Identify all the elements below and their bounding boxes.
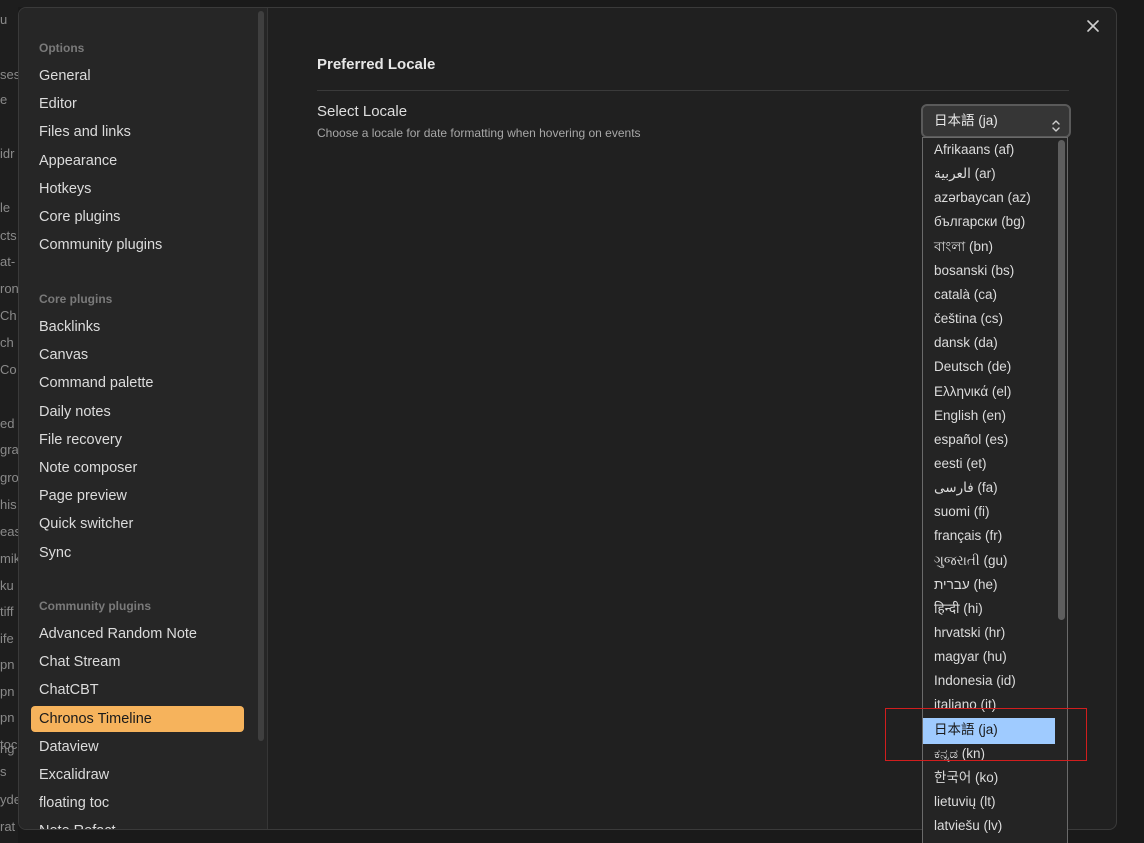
- sidebar-item-note-composer[interactable]: Note composer: [31, 455, 244, 481]
- setting-name: Select Locale: [317, 103, 408, 120]
- locale-select-value: 日本語 (ja): [934, 113, 998, 128]
- locale-option[interactable]: čeština (cs): [923, 307, 1055, 333]
- locale-option[interactable]: français (fr): [923, 524, 1055, 550]
- background-file-fragment: e: [0, 92, 8, 107]
- background-file-fragment: gra: [0, 442, 18, 457]
- sidebar-item-chat-stream[interactable]: Chat Stream: [31, 649, 244, 675]
- sidebar-item-floating-toc[interactable]: floating toc: [31, 790, 244, 816]
- background-file-fragment: his: [0, 497, 17, 512]
- background-file-fragment: s: [0, 764, 7, 779]
- sidebar-item-quick-switcher[interactable]: Quick switcher: [31, 511, 244, 537]
- locale-option[interactable]: italiano (it): [923, 693, 1055, 719]
- chevron-updown-icon: [1051, 114, 1061, 132]
- locale-select[interactable]: 日本語 (ja): [921, 104, 1071, 138]
- settings-sidebar: Options General Editor Files and links Appea…: [19, 8, 268, 829]
- sidebar-group-title: Community plugins: [39, 599, 151, 613]
- locale-option[interactable]: dansk (da): [923, 331, 1055, 357]
- sidebar-item-daily-notes[interactable]: Daily notes: [31, 399, 244, 425]
- locale-option[interactable]: עברית (he): [923, 573, 1055, 599]
- background-file-fragment: pn: [0, 684, 15, 699]
- sidebar-item-file-recovery[interactable]: File recovery: [31, 427, 244, 453]
- background-app-toolbar: [0, 0, 200, 7]
- locale-dropdown-list: Afrikaans (af) العربية (ar) azərbaycan (az…: [922, 137, 1068, 843]
- locale-option[interactable]: català (ca): [923, 283, 1055, 309]
- sidebar-item-hotkeys[interactable]: Hotkeys: [31, 176, 244, 202]
- sidebar-item-canvas[interactable]: Canvas: [31, 342, 244, 368]
- locale-option[interactable]: ગુજરાતી (gu): [923, 549, 1055, 575]
- background-file-fragment: pn: [0, 710, 15, 725]
- background-file-fragment: ed: [0, 416, 15, 431]
- sidebar-item-core-plugins[interactable]: Core plugins: [31, 204, 244, 230]
- sidebar-item-chatcbt[interactable]: ChatCBT: [31, 677, 244, 703]
- section-divider: [317, 90, 1069, 91]
- locale-option[interactable]: Ελληνικά (el): [923, 380, 1055, 406]
- sidebar-group-title: Core plugins: [39, 292, 113, 306]
- sidebar-item-backlinks[interactable]: Backlinks: [31, 314, 244, 340]
- sidebar-item-excalidraw[interactable]: Excalidraw: [31, 762, 244, 788]
- sidebar-item-editor[interactable]: Editor: [31, 91, 244, 117]
- locale-option[interactable]: hrvatski (hr): [923, 621, 1055, 647]
- sidebar-item-chronos-timeline[interactable]: Chronos Timeline: [31, 705, 244, 732]
- background-file-fragment: at-: [0, 254, 16, 269]
- background-file-fragment: u: [0, 12, 8, 27]
- dropdown-scrollbar-thumb[interactable]: [1058, 140, 1065, 620]
- sidebar-item-advanced-random-note[interactable]: Advanced Random Note: [31, 621, 244, 647]
- locale-option[interactable]: Deutsch (de): [923, 355, 1055, 381]
- background-file-fragment: ses: [0, 67, 18, 82]
- sidebar-scrollbar[interactable]: [258, 11, 264, 741]
- locale-option[interactable]: latviešu (lv): [923, 814, 1055, 840]
- background-file-fragment: cts: [0, 228, 17, 243]
- locale-option[interactable]: ಕನ್ನಡ (kn): [923, 742, 1055, 768]
- sidebar-item-note-refact[interactable]: Note Refact: [31, 818, 244, 829]
- sidebar-item-command-palette[interactable]: Command palette: [31, 370, 244, 396]
- locale-option[interactable]: български (bg): [923, 210, 1055, 236]
- locale-option[interactable]: español (es): [923, 428, 1055, 454]
- background-file-fragment: ron: [0, 281, 18, 296]
- setting-description: Choose a locale for date formatting when…: [317, 126, 641, 140]
- background-file-fragment: rat: [0, 819, 16, 834]
- close-icon[interactable]: [1082, 15, 1104, 37]
- locale-option[interactable]: हिन्दी (hi): [923, 597, 1055, 623]
- sidebar-item-community-plugins[interactable]: Community plugins: [31, 232, 244, 258]
- locale-option[interactable]: 日本語 (ja): [923, 717, 1055, 744]
- background-file-fragment: eas: [0, 524, 18, 539]
- background-file-fragment: ku: [0, 578, 14, 593]
- locale-option[interactable]: azərbaycan (az): [923, 186, 1055, 212]
- sidebar-item-appearance[interactable]: Appearance: [31, 148, 244, 174]
- background-edge: [1117, 0, 1144, 843]
- sidebar-item-dataview[interactable]: Dataview: [31, 734, 244, 760]
- background-file-fragment: ch: [0, 335, 14, 350]
- locale-option[interactable]: العربية (ar): [923, 162, 1055, 188]
- locale-option[interactable]: Afrikaans (af): [923, 138, 1055, 164]
- sidebar-item-page-preview[interactable]: Page preview: [31, 483, 244, 509]
- background-file-fragment: Co: [0, 362, 17, 377]
- background-file-fragment: mik: [0, 551, 18, 566]
- background-file-fragment: idr: [0, 146, 15, 161]
- background-file-fragment: pn: [0, 657, 15, 672]
- background-file-fragment: yde: [0, 792, 18, 807]
- locale-option[interactable]: English (en): [923, 404, 1055, 430]
- sidebar-item-general[interactable]: General: [31, 63, 244, 89]
- locale-option[interactable]: eesti (et): [923, 452, 1055, 478]
- section-heading: Preferred Locale: [317, 56, 436, 73]
- locale-option[interactable]: 한국어 (ko): [923, 766, 1055, 792]
- background-file-fragment: gro: [0, 470, 18, 485]
- locale-option[interactable]: lietuvių (lt): [923, 790, 1055, 816]
- sidebar-item-sync[interactable]: Sync: [31, 540, 244, 566]
- sidebar-item-files-and-links[interactable]: Files and links: [31, 119, 244, 145]
- background-file-fragment: Ch: [0, 308, 17, 323]
- locale-option[interactable]: suomi (fi): [923, 500, 1055, 526]
- locale-option[interactable]: বাংলা (bn): [923, 235, 1055, 261]
- background-file-fragment: ng: [0, 741, 15, 756]
- locale-option[interactable]: magyar (hu): [923, 645, 1055, 671]
- sidebar-group-title: Options: [39, 41, 85, 55]
- background-file-list: u ses e idr le cts at-ron Ch ch Co ed gra gro his eas m…: [0, 0, 18, 843]
- background-file-fragment: ife: [0, 631, 14, 646]
- locale-option[interactable]: Indonesia (id): [923, 669, 1055, 695]
- background-file-fragment: tiff: [0, 604, 14, 619]
- background-file-fragment: le: [0, 200, 11, 215]
- locale-option[interactable]: bosanski (bs): [923, 259, 1055, 285]
- locale-option[interactable]: فارسی (fa): [923, 476, 1055, 502]
